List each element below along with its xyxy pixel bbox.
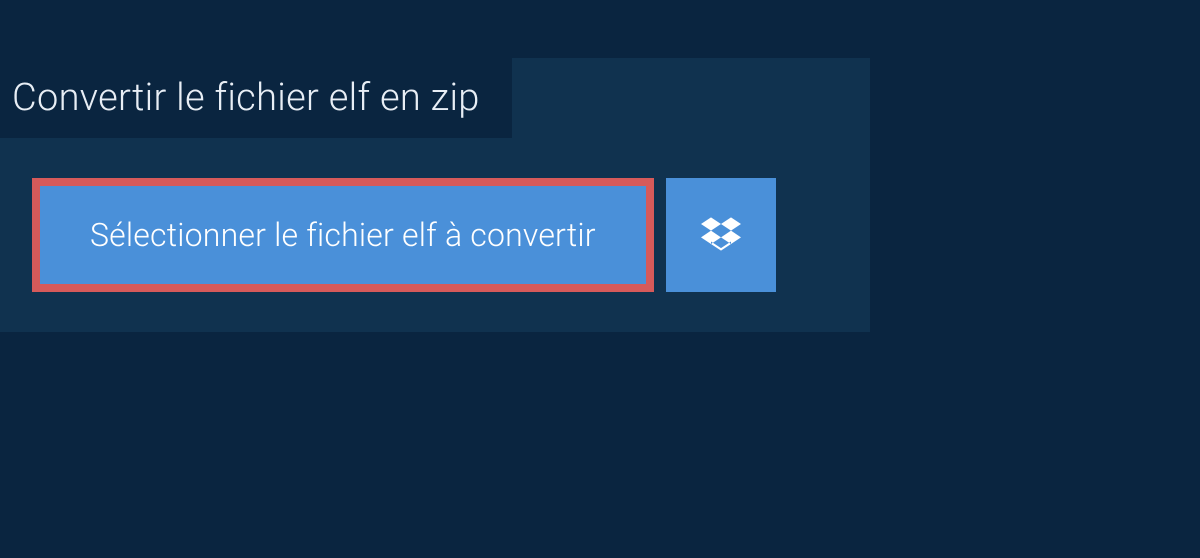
- select-file-button[interactable]: Sélectionner le fichier elf à convertir: [32, 178, 654, 292]
- page-title: Convertir le fichier elf en zip: [0, 58, 512, 138]
- converter-panel: Convertir le fichier elf en zip Sélectio…: [0, 58, 870, 332]
- dropbox-icon: [701, 214, 741, 257]
- dropbox-button[interactable]: [666, 178, 776, 292]
- actions-row: Sélectionner le fichier elf à convertir: [32, 178, 870, 292]
